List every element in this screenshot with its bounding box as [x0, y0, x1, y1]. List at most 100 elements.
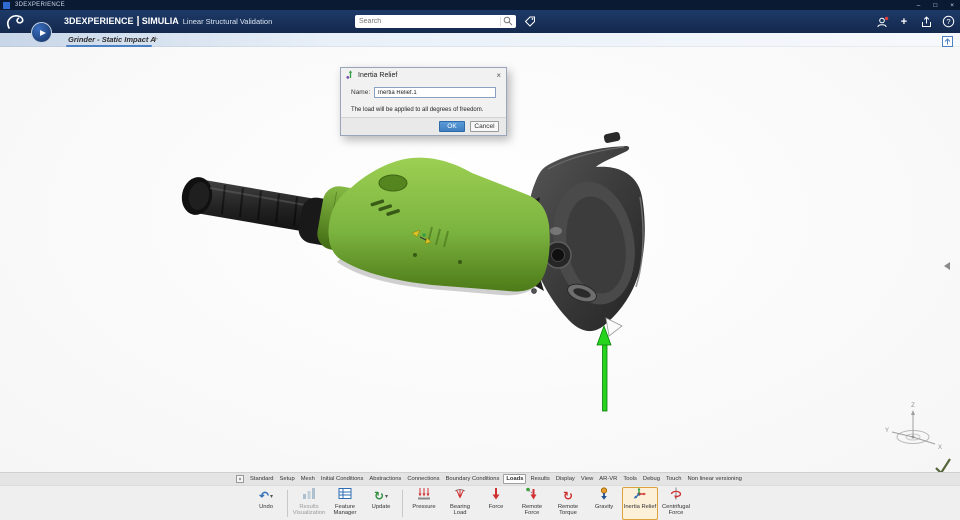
name-input[interactable] [374, 87, 496, 98]
os-titlebar-title: 3DEXPERIENCE [15, 2, 65, 8]
ribbon-tab-initial-conditions[interactable]: Initial Conditions [319, 475, 366, 483]
ribbon-tab-connections[interactable]: Connections [405, 475, 441, 483]
cancel-button[interactable]: Cancel [470, 121, 499, 132]
toolbar-label-gravity: Gravity [594, 503, 614, 510]
add-workspace-tab-button[interactable]: + [153, 34, 158, 44]
app-brand: 3DEXPERIENCE | SIMULIA Linear Structural Va… [64, 16, 272, 26]
feature-manager-icon [338, 487, 352, 505]
toolbar-button-gravity[interactable]: Gravity [586, 487, 622, 520]
toolbar-button-undo[interactable]: ↶ ▾ Undo [248, 487, 284, 520]
update-icon: ↻ [373, 489, 385, 503]
user-notifications-icon[interactable] [875, 15, 889, 29]
os-titlebar: 3DEXPERIENCE – □ × [0, 0, 960, 10]
ribbon-tab-standard[interactable]: Standard [248, 475, 276, 483]
ribbon-pin-icon[interactable] [236, 475, 244, 483]
ribbon-tab-debug[interactable]: Debug [641, 475, 662, 483]
toolbar-label-remote-torque: Remote Torque [557, 503, 579, 516]
expand-viewport-icon[interactable] [942, 34, 953, 52]
3ds-compass-logo-icon[interactable] [5, 12, 31, 36]
axis-triad[interactable]: Z X Y [885, 403, 942, 451]
toolbar-button-remote-force[interactable]: Remote Force [514, 487, 550, 520]
search-icon[interactable] [500, 16, 516, 26]
centrifugal-force-icon [669, 487, 683, 505]
maximize-button[interactable]: □ [933, 2, 937, 9]
toolbar-button-remote-torque[interactable]: ↻ Remote Torque [550, 487, 586, 520]
help-icon[interactable]: ? [941, 15, 955, 29]
section-flag[interactable] [605, 317, 623, 337]
global-search[interactable] [355, 14, 516, 28]
grinder-body[interactable] [328, 157, 550, 296]
results-visualization-icon [302, 487, 316, 505]
checkmark-icon[interactable] [935, 458, 951, 472]
ribbon-tab-view[interactable]: View [579, 475, 595, 483]
remote-torque-icon: ↻ [562, 489, 574, 503]
toolbar-label-bearing-load: Bearing Load [450, 503, 470, 516]
ok-button[interactable]: OK [439, 121, 465, 132]
update-dropdown-caret-icon[interactable]: ▾ [385, 493, 388, 500]
ribbon-tab-loads[interactable]: Loads [503, 474, 527, 484]
toolbar-label-pressure: Pressure [412, 503, 436, 510]
toolbar-button-inertia-relief[interactable]: Inertia Relief [622, 486, 658, 520]
pressure-icon [417, 487, 431, 505]
brand-subtitle: Linear Structural Validation [182, 17, 273, 26]
workspace-tab-grinder[interactable]: Grinder - Static Impact A [68, 35, 156, 44]
search-input[interactable] [355, 17, 500, 25]
toolbar-button-centrifugal-force[interactable]: Centrifugal Force [658, 487, 694, 520]
toolbar-separator [287, 489, 288, 517]
brand-divider: | [136, 16, 139, 26]
dialog-close-icon[interactable]: × [496, 71, 501, 80]
ribbon-toolbar: ↶ ▾ Undo Results Visualization Feature Ma… [0, 485, 960, 520]
toolbar-button-force[interactable]: Force [478, 487, 514, 520]
toolbar-button-pressure[interactable]: Pressure [406, 487, 442, 520]
collapse-panel-icon[interactable] [944, 262, 950, 270]
inertia-relief-icon [633, 487, 647, 505]
inertia-relief-dialog: Inertia Relief × Name: The load will be … [340, 67, 507, 136]
toolbar-button-update[interactable]: ↻ ▾ Update [363, 487, 399, 520]
ribbon-tab-display[interactable]: Display [554, 475, 577, 483]
gravity-icon [597, 487, 611, 505]
toolbar-label-remote-force: Remote Force [521, 503, 543, 516]
inertia-relief-dialog-icon [346, 66, 355, 84]
ribbon-tab-setup[interactable]: Setup [278, 475, 297, 483]
svg-text:?: ? [946, 17, 950, 26]
bearing-load-icon [453, 487, 467, 505]
app-logo-small [3, 1, 10, 9]
ribbon-tab-non-linear-versioning[interactable]: Non linear versioning [685, 475, 743, 483]
ribbon-tab-abstractions[interactable]: Abstractions [367, 475, 403, 483]
share-icon[interactable] [919, 15, 933, 29]
dialog-title: Inertia Relief [358, 71, 398, 79]
toolbar-label-results-visualization: Results Visualization [292, 503, 326, 516]
toolbar-button-feature-manager[interactable]: Feature Manager [327, 487, 363, 520]
toolbar-label-update: Update [371, 503, 391, 510]
dialog-titlebar[interactable]: Inertia Relief × [341, 68, 506, 82]
ribbon-tab-touch[interactable]: Touch [664, 475, 683, 483]
workspace-tabbar: Grinder - Static Impact A + [0, 33, 960, 47]
axis-label-z: Z [911, 403, 915, 409]
undo-dropdown-caret-icon[interactable]: ▾ [270, 493, 273, 500]
toolbar-separator [402, 489, 403, 517]
add-content-icon[interactable]: + [897, 15, 911, 29]
load-arrow[interactable] [596, 324, 612, 412]
undo-icon: ↶ [258, 489, 270, 503]
axis-label-y: Y [885, 428, 889, 434]
ribbon-tab-boundary-conditions[interactable]: Boundary Conditions [444, 475, 502, 483]
toolbar-label-centrifugal-force: Centrifugal Force [661, 503, 691, 516]
tag-icon[interactable] [523, 14, 537, 28]
play-icon [39, 29, 46, 36]
dialog-message: The load will be applied to all degrees … [351, 107, 484, 113]
toolbar-label-undo: Undo [259, 503, 273, 510]
minimize-button[interactable]: – [917, 2, 921, 9]
play-media-badge[interactable] [31, 22, 52, 43]
ribbon-tabbar: Standard Setup Mesh Initial Conditions A… [0, 472, 960, 485]
toolbar-button-results-visualization[interactable]: Results Visualization [291, 487, 327, 520]
app-header: 3DEXPERIENCE | SIMULIA Linear Structural Va… [0, 10, 960, 33]
ribbon-tab-tools[interactable]: Tools [621, 475, 639, 483]
close-button[interactable]: × [950, 2, 954, 9]
ribbon-tab-mesh[interactable]: Mesh [299, 475, 317, 483]
toolbar-label-force: Force [488, 503, 504, 510]
name-label: Name: [351, 89, 371, 96]
toolbar-button-bearing-load[interactable]: Bearing Load [442, 487, 478, 520]
ribbon-tab-ar-vr[interactable]: AR-VR [597, 475, 619, 483]
ribbon-tab-results[interactable]: Results [528, 475, 551, 483]
grinder-model[interactable] [178, 131, 645, 412]
